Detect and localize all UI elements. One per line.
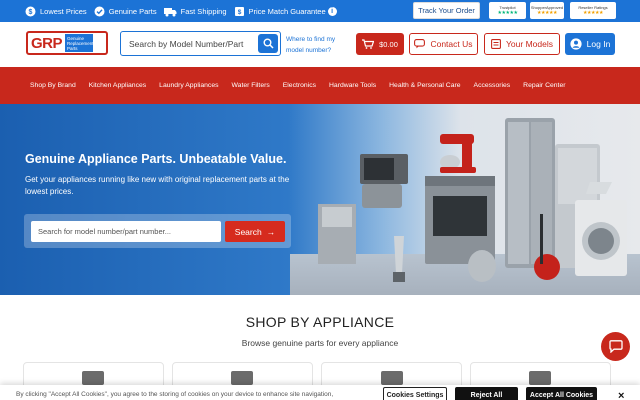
truck-icon (163, 6, 177, 17)
nav-item-laundry-appliances[interactable]: Laundry Appliances (159, 82, 218, 89)
hero-search-button[interactable]: Search → (225, 221, 285, 242)
hero-subtitle: Get your appliances running like new wit… (25, 175, 290, 196)
promo-label: Lowest Prices (40, 6, 87, 16)
search-icon (263, 38, 274, 49)
appliance-icon (381, 371, 403, 385)
chat-bubble-icon (414, 39, 426, 49)
nav-item-health-personal-care[interactable]: Health & Personal Care (389, 82, 460, 89)
nav-item-electronics[interactable]: Electronics (283, 82, 316, 89)
trustpilot-badge[interactable]: Trustpilot ★★★★★ (489, 2, 526, 19)
track-order-button[interactable]: Track Your Order (413, 2, 480, 19)
stars-icon: ★★★★★ (537, 10, 557, 16)
your-models-label: Your Models (506, 39, 553, 49)
contact-us-label: Contact Us (430, 39, 473, 49)
promo-lowest-prices: $ Lowest Prices (25, 6, 87, 17)
promo-label: Price Match Guarantee (248, 6, 326, 16)
hero-banner: Genuine Appliance Parts. Unbeatable Valu… (0, 104, 640, 295)
nav-item-repair-center[interactable]: Repair Center (523, 82, 565, 89)
promo-genuine-parts: Genuine Parts (94, 6, 157, 17)
info-icon[interactable]: i (327, 6, 337, 16)
header-search-button[interactable] (258, 34, 278, 53)
cart-button[interactable]: $0.00 (356, 33, 404, 55)
header-search (120, 31, 281, 56)
chat-bubble-icon (608, 340, 623, 353)
where-to-find-model-link[interactable]: Where to find my model number? (286, 34, 346, 56)
login-label: Log In (586, 39, 611, 49)
live-chat-button[interactable] (601, 332, 630, 361)
logo-text: GRP (31, 34, 63, 52)
shop-by-appliance-subtitle: Browse genuine parts for every appliance (241, 338, 399, 348)
cart-total: $0.00 (379, 39, 398, 49)
user-icon (570, 38, 582, 50)
promo-label: Fast Shipping (180, 6, 227, 16)
nav-item-water-filters[interactable]: Water Filters (232, 82, 270, 89)
login-button[interactable]: Log In (565, 33, 615, 55)
shield-check-icon (94, 6, 105, 17)
svg-text:$: $ (237, 9, 241, 16)
price-tag-icon: $ (234, 6, 245, 17)
hero-search-input[interactable] (31, 221, 221, 242)
dollar-badge-icon: $ (25, 6, 36, 17)
nav-item-kitchen-appliances[interactable]: Kitchen Appliances (89, 82, 146, 89)
appliance-icon (82, 371, 104, 385)
accept-all-cookies-button[interactable]: Accept All Cookies (526, 387, 597, 400)
cookie-banner: By clicking "Accept All Cookies", you ag… (0, 385, 640, 400)
cookies-settings-button[interactable]: Cookies Settings (383, 387, 447, 400)
reject-all-button[interactable]: Reject All (455, 387, 518, 400)
appliances-image (318, 118, 627, 282)
stars-icon: ★★★★★ (497, 10, 518, 16)
promo-label: Genuine Parts (108, 6, 157, 16)
appliance-icon (529, 371, 551, 385)
promo-price-match: $ Price Match Guarantee i (234, 6, 337, 17)
close-icon[interactable]: × (618, 390, 624, 400)
promo-fast-shipping: Fast Shipping (163, 6, 227, 17)
nav-item-shop-by-brand[interactable]: Shop By Brand (30, 82, 76, 89)
logo-subtitle: Genuine Replacement Parts (65, 34, 94, 52)
cookie-text: By clicking "Accept All Cookies", you ag… (16, 391, 334, 398)
header-search-input[interactable] (121, 32, 256, 55)
shop-by-appliance-title: SHOP BY APPLIANCE (245, 314, 395, 330)
arrow-right-icon: → (266, 226, 276, 237)
shopperapproved-badge[interactable]: ShopperApproved ★★★★★ (530, 2, 564, 19)
contact-us-button[interactable]: Contact Us (409, 33, 478, 55)
nav-item-accessories[interactable]: Accessories (474, 82, 511, 89)
cart-icon (362, 39, 375, 49)
list-icon (491, 39, 501, 49)
main-nav: Shop By Brand Kitchen Appliances Laundry… (0, 67, 640, 104)
appliance-icon (231, 371, 253, 385)
site-logo[interactable]: GRP Genuine Replacement Parts (26, 31, 108, 55)
stars-icon: ★★★★★ (583, 10, 603, 16)
hero-search-label: Search (234, 226, 262, 237)
resellerratings-badge[interactable]: Reseller Ratings ★★★★★ (570, 2, 616, 19)
hero-title: Genuine Appliance Parts. Unbeatable Valu… (25, 152, 287, 166)
nav-item-hardware-tools[interactable]: Hardware Tools (329, 82, 376, 89)
svg-text:$: $ (29, 9, 33, 16)
your-models-button[interactable]: Your Models (484, 33, 560, 55)
